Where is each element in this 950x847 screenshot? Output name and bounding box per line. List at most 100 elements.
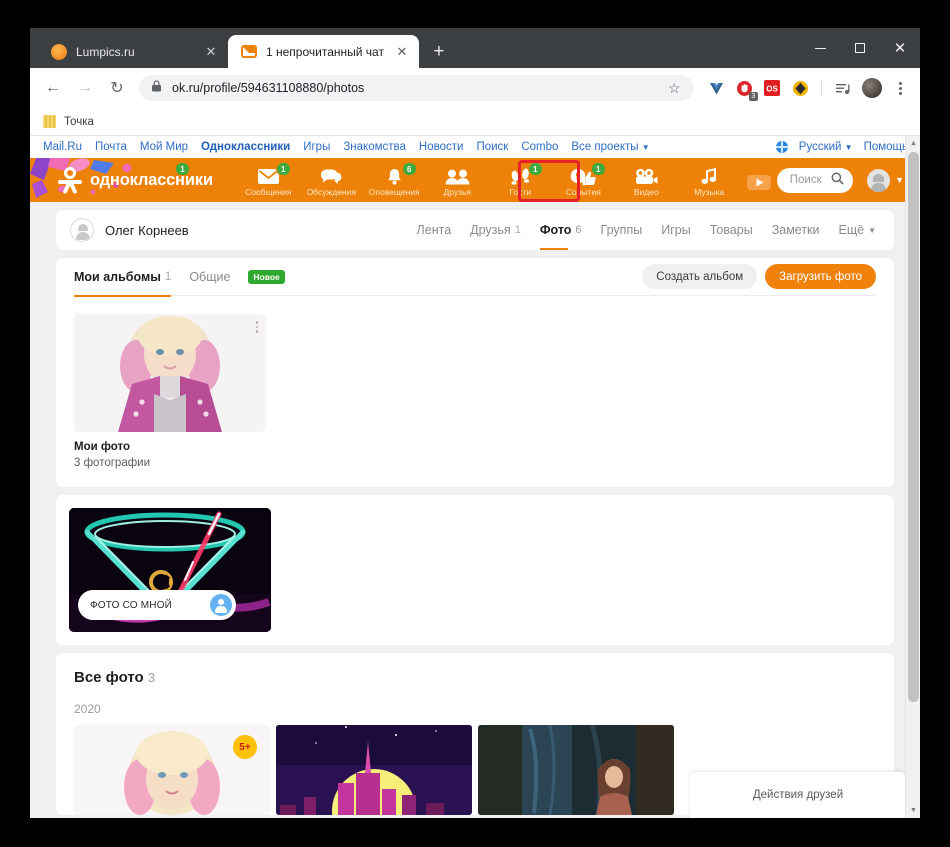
photos-with-me-thumbnail[interactable]: ФОТО СО МНОЙ — [69, 508, 271, 632]
nav-item-video[interactable]: Видео — [615, 158, 678, 202]
tab-lenta[interactable]: Лента — [417, 210, 452, 250]
tab-notes[interactable]: Заметки — [772, 210, 820, 250]
create-album-button[interactable]: Создать альбом — [642, 264, 758, 289]
mailru-link-novosti[interactable]: Новости — [419, 141, 464, 153]
friends-actions-panel[interactable]: Действия друзей — [690, 772, 906, 818]
avatar — [867, 168, 891, 192]
photo-city-skyline-moon[interactable] — [276, 725, 472, 815]
tab-photo[interactable]: Фото 6 — [539, 210, 582, 250]
album-thumbnail[interactable] — [74, 314, 266, 432]
tab-count: 1 — [514, 224, 521, 236]
friends-actions-title: Действия друзей — [752, 789, 844, 801]
address-bar[interactable]: ok.ru/profile/594631108880/photos ☆ — [139, 75, 694, 101]
nav-item-play[interactable] — [741, 158, 777, 202]
mailru-link-odnoklassniki[interactable]: Одноклассники — [201, 141, 290, 153]
browser-profile-avatar[interactable] — [862, 78, 882, 98]
album-title: Мои фото — [74, 441, 131, 453]
vue-devtools-extension-icon[interactable] — [705, 77, 727, 99]
new-tab-button[interactable]: + — [425, 37, 453, 65]
os-extension-icon[interactable]: OS — [761, 77, 783, 99]
help-link[interactable]: Помощь — [864, 141, 908, 153]
nav-badge-count: 1 — [590, 162, 606, 176]
nav-item-discussions[interactable]: Обсуждения — [300, 158, 363, 202]
svg-text:OS: OS — [766, 85, 778, 94]
profile-nav-card: Олег Корнеев Лента Друзья 1 Фото 6 Группы … — [56, 210, 894, 250]
ok-user-menu[interactable]: ▼ — [867, 168, 904, 192]
photo-blonde-woman[interactable]: 5+ — [74, 725, 270, 815]
tab-label: Фото — [539, 223, 572, 237]
mailru-link-mailru[interactable]: Mail.Ru — [43, 141, 82, 153]
nav-label: Видео — [633, 187, 659, 197]
browser-tab-lumpics[interactable]: Lumpics.ru ✕ — [38, 35, 228, 68]
mailru-link-all-projects[interactable]: Все проекты ▼ — [571, 141, 649, 153]
mailru-link-poisk[interactable]: Поиск — [476, 141, 508, 153]
nav-item-notifications[interactable]: Оповещения 6 — [363, 158, 426, 202]
tab-label: Заметки — [771, 223, 820, 237]
scroll-up-arrow-icon[interactable]: ▲ — [906, 136, 920, 151]
mailru-link-moymir[interactable]: Мой Мир — [140, 141, 188, 153]
adblock-extension-icon[interactable]: 3 — [733, 77, 758, 101]
browser-tab-unread-chat[interactable]: 1 непрочитанный чат ✕ — [228, 35, 419, 68]
search-icon[interactable] — [831, 172, 844, 188]
nav-item-friends[interactable]: Друзья — [426, 158, 489, 202]
chevron-down-icon: ▼ — [868, 225, 876, 235]
tab-friends[interactable]: Друзья 1 — [470, 210, 521, 250]
tab-more[interactable]: Ещё ▼ — [839, 210, 877, 250]
photo-forest-woman[interactable] — [478, 725, 674, 815]
album-tile[interactable]: Мои фото 3 фотографии — [74, 314, 266, 469]
search-input[interactable]: Поиск — [776, 167, 854, 193]
photos-with-me-pill[interactable]: ФОТО СО МНОЙ — [78, 590, 236, 620]
mailru-link-znakomstva[interactable]: Знакомства — [343, 141, 406, 153]
mailru-link-combo[interactable]: Combo — [521, 141, 558, 153]
back-icon[interactable]: ← — [38, 73, 68, 103]
scroll-down-arrow-icon[interactable]: ▼ — [906, 803, 920, 818]
albums-tabs-row: Мои альбомы 1 Общие Новое Создать альбом… — [74, 258, 876, 297]
three-dot-menu-icon[interactable] — [888, 76, 912, 100]
avatar[interactable] — [70, 218, 94, 242]
language-label: Русский — [798, 141, 842, 153]
nav-badge-count: 6 — [401, 162, 417, 176]
nav-item-messages[interactable]: Сообщения 1 — [237, 158, 300, 202]
nav-label: Сообщения — [245, 187, 292, 197]
close-icon[interactable]: ✕ — [393, 43, 411, 61]
evernote-extension-icon[interactable] — [789, 77, 811, 99]
ok-header-bar: одноклассники 1 Сообщения 1 Обсуждения О… — [30, 158, 920, 202]
reload-icon[interactable]: ↻ — [102, 73, 132, 103]
mailru-link-igry[interactable]: Игры — [303, 141, 330, 153]
globe-icon — [775, 141, 788, 153]
upload-photo-button[interactable]: Загрузить фото — [765, 264, 876, 289]
maximize-button[interactable] — [840, 28, 880, 68]
scrollbar-thumb[interactable] — [908, 152, 919, 702]
album-kebab-menu-icon[interactable] — [255, 321, 258, 333]
profile-tabs: Лента Друзья 1 Фото 6 Группы Игры Товары З… — [417, 210, 876, 250]
tab-goods[interactable]: Товары — [710, 210, 753, 250]
tab-label: Игры — [661, 223, 691, 237]
photo-thumbnail — [276, 725, 472, 815]
photos-with-me-card: ФОТО СО МНОЙ — [56, 495, 894, 645]
media-list-icon[interactable] — [832, 77, 854, 99]
close-window-button[interactable]: ✕ — [880, 28, 920, 68]
tab-games[interactable]: Игры — [661, 210, 690, 250]
nav-item-events[interactable]: 5 События 1 — [552, 158, 615, 202]
close-icon[interactable]: ✕ — [202, 43, 220, 61]
tab-label: Друзья — [470, 223, 511, 237]
page-scrollbar[interactable]: ▲ ▼ — [905, 136, 920, 818]
nav-item-guests[interactable]: Гости 1 — [489, 158, 552, 202]
forward-icon[interactable]: → — [70, 73, 100, 103]
language-selector[interactable]: Русский ▼ — [799, 141, 853, 153]
page-title: Олег Корнеев — [105, 222, 189, 238]
nav-item-music[interactable]: Музыка — [678, 158, 741, 202]
tab-shared-albums[interactable]: Общие — [189, 258, 230, 296]
tab-my-albums[interactable]: Мои альбомы 1 — [74, 258, 172, 297]
tab-groups[interactable]: Группы — [601, 210, 643, 250]
section-title: Все фото 3 — [74, 669, 876, 686]
tab-label: Общие — [189, 269, 231, 284]
minimize-button[interactable] — [800, 28, 840, 68]
albums-actions: Создать альбом Загрузить фото — [642, 264, 876, 289]
bookmark-item-tochka[interactable]: Точка — [64, 116, 94, 128]
bookmark-star-icon[interactable]: ☆ — [668, 80, 684, 97]
mailru-links: Mail.Ru Почта Мой Мир Одноклассники Игры… — [43, 141, 650, 153]
toolbar-separator — [821, 80, 822, 96]
url-text: ok.ru/profile/594631108880/photos — [172, 81, 365, 95]
mailru-link-pochta[interactable]: Почта — [95, 141, 127, 153]
